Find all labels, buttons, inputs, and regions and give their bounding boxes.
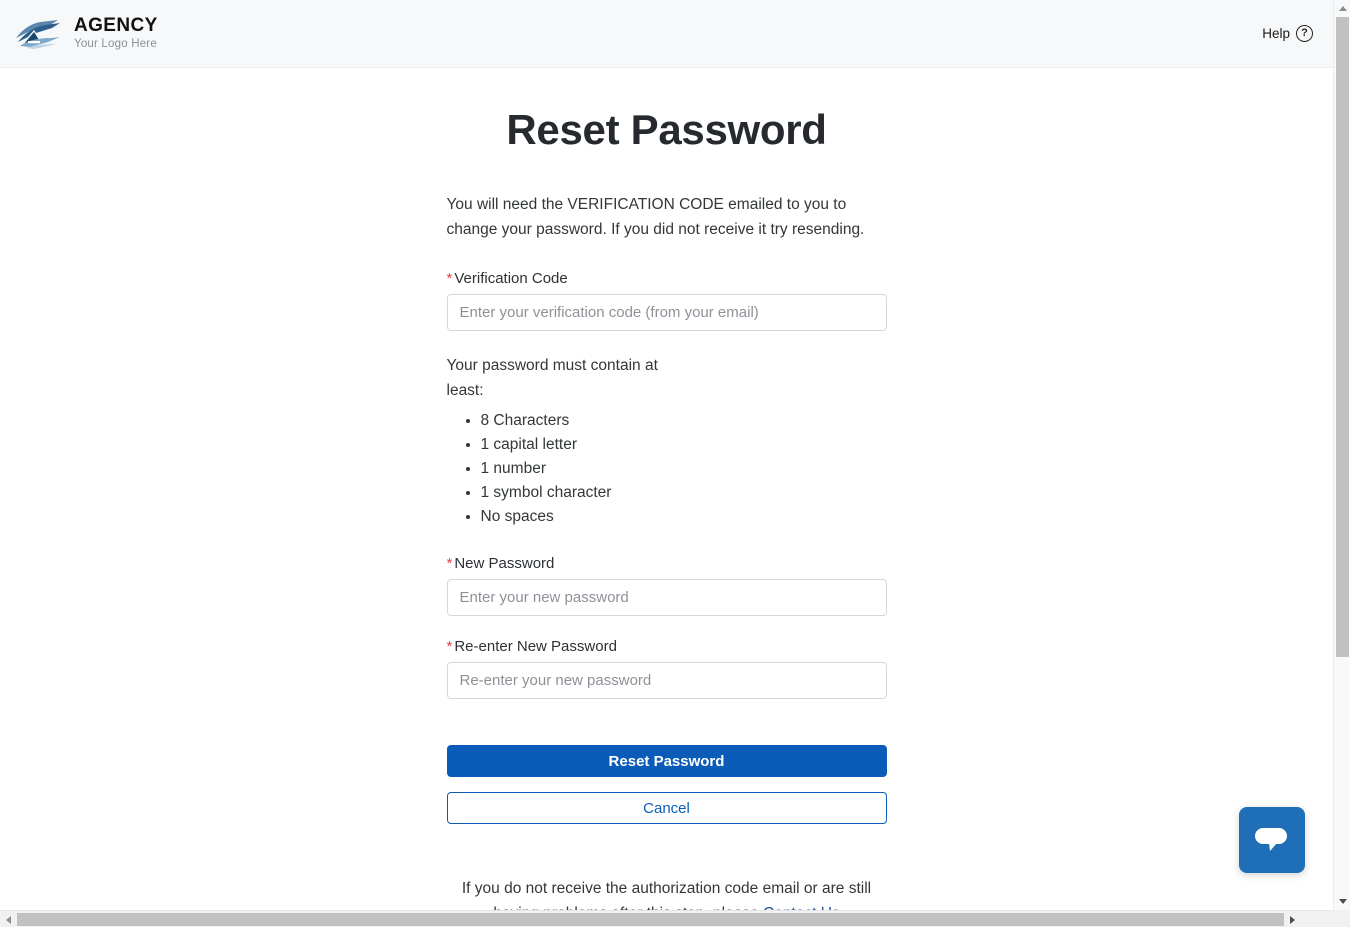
reset-password-form: Reset Password You will need the VERIFIC… (447, 68, 887, 910)
help-label: Help (1262, 26, 1290, 41)
browser-viewport: AGENCY Your Logo Here Help ? Reset Passw… (0, 0, 1350, 927)
new-password-label-text: New Password (454, 555, 554, 572)
vertical-scrollbar-thumb[interactable] (1336, 17, 1349, 657)
required-asterisk: * (447, 638, 453, 655)
verification-code-input[interactable] (447, 294, 887, 331)
list-item: 1 symbol character (481, 481, 887, 505)
chat-widget-button[interactable] (1239, 807, 1305, 873)
horizontal-scrollbar-thumb[interactable] (17, 913, 1284, 926)
list-item: 1 number (481, 457, 887, 481)
eagle-logo-icon (12, 16, 64, 52)
page-title: Reset Password (447, 106, 887, 154)
chevron-down-icon (1339, 899, 1347, 904)
brand-tagline: Your Logo Here (74, 39, 158, 51)
confirm-password-label: *Re-enter New Password (447, 638, 887, 655)
scroll-down-arrow[interactable] (1334, 893, 1350, 910)
scroll-right-arrow[interactable] (1284, 911, 1301, 927)
question-mark-circle-icon: ? (1296, 25, 1313, 42)
password-rules-intro: Your password must contain at least: (447, 353, 677, 403)
help-link[interactable]: Help ? (1262, 25, 1313, 42)
password-rules-list: 8 Characters 1 capital letter 1 number 1… (447, 409, 887, 529)
scrollbar-corner (1333, 910, 1350, 927)
confirm-password-input[interactable] (447, 662, 887, 699)
brand-text: AGENCY Your Logo Here (74, 16, 158, 51)
required-asterisk: * (447, 270, 453, 287)
vertical-scrollbar[interactable] (1333, 0, 1350, 910)
intro-text: You will need the VERIFICATION CODE emai… (447, 192, 887, 242)
list-item: 8 Characters (481, 409, 887, 433)
verification-code-label-text: Verification Code (454, 270, 567, 287)
page-content: AGENCY Your Logo Here Help ? Reset Passw… (0, 0, 1333, 910)
brand-name: AGENCY (74, 16, 158, 35)
list-item: 1 capital letter (481, 433, 887, 457)
required-asterisk: * (447, 555, 453, 572)
chevron-right-icon (1290, 916, 1295, 924)
cancel-button[interactable]: Cancel (447, 792, 887, 824)
help-glyph: ? (1301, 28, 1308, 39)
chevron-up-icon (1339, 6, 1347, 11)
horizontal-scrollbar[interactable] (0, 910, 1350, 927)
new-password-input[interactable] (447, 579, 887, 616)
chat-bubble-icon (1253, 824, 1291, 856)
brand-logo[interactable]: AGENCY Your Logo Here (12, 16, 158, 52)
reset-password-button[interactable]: Reset Password (447, 745, 887, 777)
new-password-label: *New Password (447, 555, 887, 572)
scroll-left-arrow[interactable] (0, 911, 17, 927)
confirm-password-label-text: Re-enter New Password (454, 638, 617, 655)
list-item: No spaces (481, 505, 887, 529)
site-header: AGENCY Your Logo Here Help ? (0, 0, 1333, 68)
verification-code-label: *Verification Code (447, 270, 887, 287)
chevron-left-icon (6, 916, 11, 924)
scroll-up-arrow[interactable] (1334, 0, 1350, 17)
footer-note: If you do not receive the authorization … (447, 876, 887, 910)
